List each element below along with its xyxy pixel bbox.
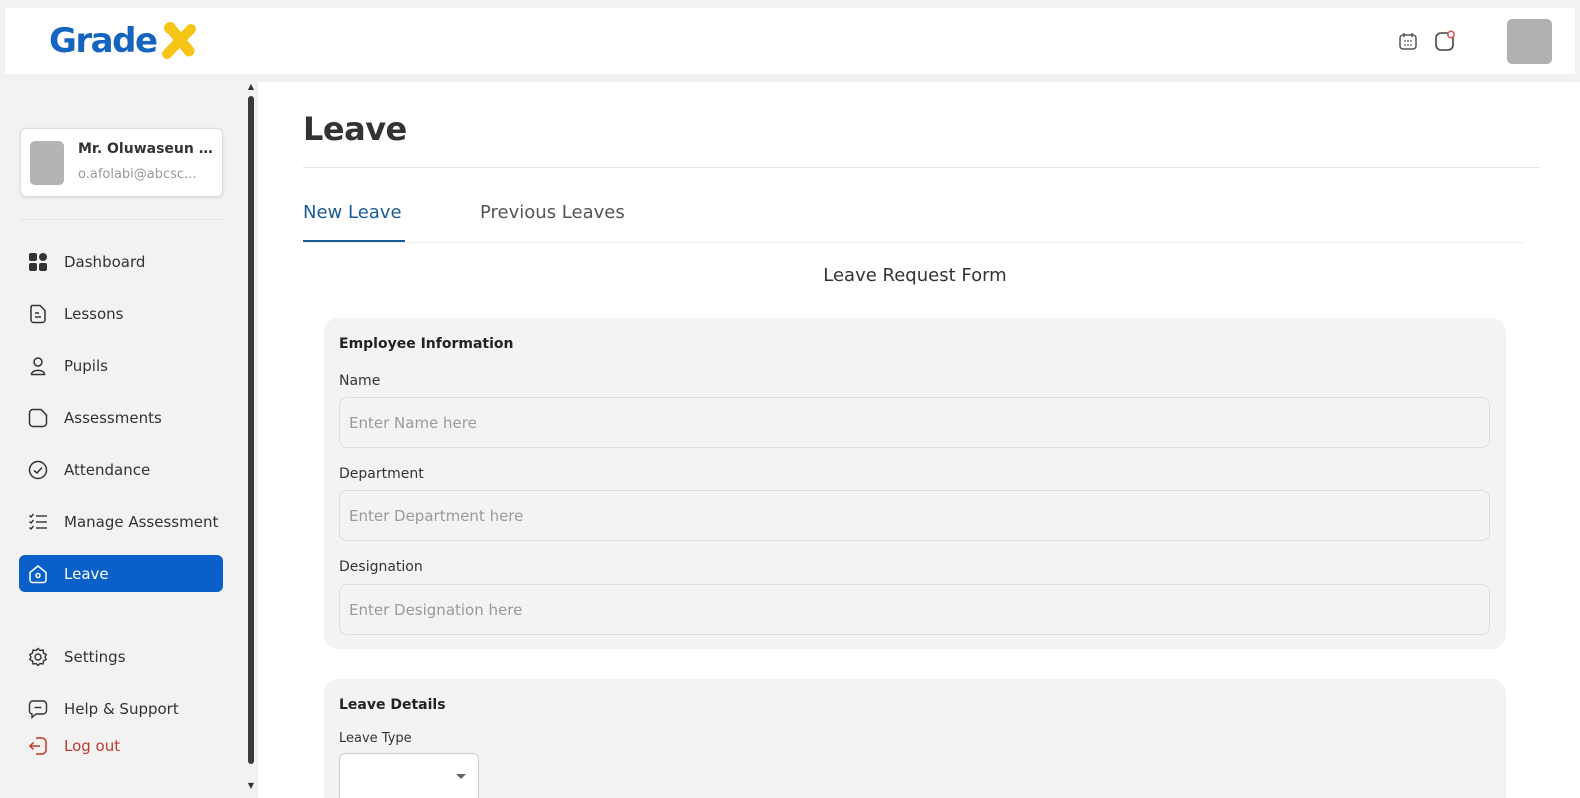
logout-button[interactable]: Log out (19, 727, 223, 764)
top-bar: Grade (5, 8, 1575, 74)
name-label: Name (339, 373, 381, 389)
sidebar-item-settings[interactable]: Settings (19, 638, 223, 675)
employee-information-section: Employee Information Name Department Des… (324, 318, 1506, 649)
tab-previous-leaves[interactable]: Previous Leaves (480, 202, 625, 223)
sidebar-item-dashboard[interactable]: Dashboard (19, 243, 223, 280)
leave-type-label: Leave Type (339, 731, 412, 746)
sidebar-item-pupils[interactable]: Pupils (19, 347, 223, 384)
page-title: Leave (303, 110, 407, 148)
settings-icon (27, 646, 49, 668)
brand-logo[interactable]: Grade (49, 20, 199, 62)
leave-type-select[interactable] (339, 753, 479, 798)
attendance-icon (27, 459, 49, 481)
main-content: Leave New Leave Previous Leaves Leave Re… (258, 82, 1580, 798)
user-avatar[interactable] (1507, 19, 1552, 64)
section-title: Leave Details (339, 697, 446, 713)
sidebar-item-help-support[interactable]: Help & Support (19, 690, 223, 727)
logo-text: Grade (49, 21, 158, 61)
sidebar-item-lessons[interactable]: Lessons (19, 295, 223, 332)
leave-details-section: Leave Details Leave Type (324, 679, 1506, 798)
form-title: Leave Request Form (823, 265, 1007, 286)
sidebar-item-label: Help & Support (64, 699, 179, 718)
notification-icon[interactable] (1434, 30, 1456, 52)
checklist-icon (27, 511, 49, 533)
sidebar-item-label: Assessments (64, 408, 162, 427)
scroll-down-arrow-icon[interactable]: ▼ (246, 781, 256, 791)
assessments-icon (27, 407, 49, 429)
chevron-down-icon (456, 774, 466, 779)
sidebar-item-label: Dashboard (64, 252, 146, 271)
name-input[interactable] (339, 397, 1490, 448)
help-icon (27, 698, 49, 720)
sidebar-item-label: Settings (64, 647, 126, 666)
avatar (30, 141, 64, 185)
sidebar-item-label: Pupils (64, 356, 108, 375)
sidebar-item-attendance[interactable]: Attendance (19, 451, 223, 488)
section-title: Employee Information (339, 336, 514, 352)
sidebar-item-label: Lessons (64, 304, 124, 323)
sidebar-item-assessments[interactable]: Assessments (19, 399, 223, 436)
leave-icon (27, 563, 49, 585)
dashboard-icon (27, 251, 49, 273)
profile-name: Mr. Oluwaseun ... (78, 141, 213, 157)
sidebar-item-manage-assessment[interactable]: Manage Assessment (19, 503, 223, 540)
sidebar-item-label: Log out (64, 736, 121, 755)
calendar-icon[interactable] (1397, 30, 1419, 52)
sidebar-item-label: Manage Assessment (64, 512, 219, 531)
logout-icon (27, 735, 49, 757)
sidebar-scrollbar[interactable]: ▲ ▼ (246, 82, 256, 798)
sidebar-item-leave[interactable]: Leave (19, 555, 223, 592)
pupils-icon (27, 355, 49, 377)
title-divider (303, 167, 1540, 168)
tabs-divider (303, 242, 1524, 243)
designation-label: Designation (339, 559, 423, 575)
logo-x-icon (161, 22, 196, 59)
profile-email: o.afolabi@abcsc... (78, 167, 197, 182)
sidebar-item-label: Attendance (64, 460, 151, 479)
designation-input[interactable] (339, 584, 1490, 635)
sidebar-divider (20, 219, 223, 220)
department-label: Department (339, 466, 424, 482)
lessons-icon (27, 303, 49, 325)
scroll-up-arrow-icon[interactable]: ▲ (246, 82, 256, 92)
profile-card[interactable]: Mr. Oluwaseun ... o.afolabi@abcsc... (20, 128, 223, 197)
sidebar-item-label: Leave (64, 564, 109, 583)
department-input[interactable] (339, 490, 1490, 541)
sidebar: Mr. Oluwaseun ... o.afolabi@abcsc... Das… (0, 82, 258, 798)
tab-new-leave[interactable]: New Leave (303, 202, 402, 223)
scroll-thumb[interactable] (248, 96, 254, 764)
